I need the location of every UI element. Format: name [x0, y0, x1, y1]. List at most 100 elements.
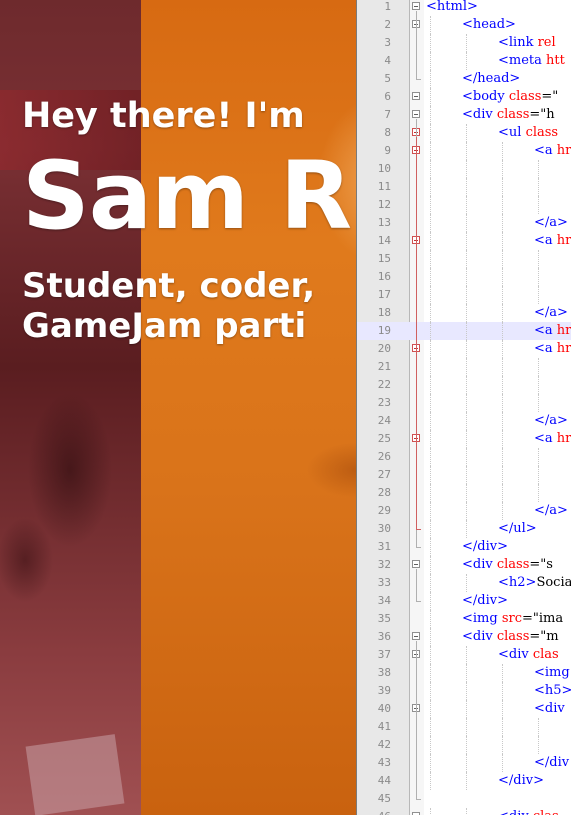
code-line[interactable]: 23< [357, 394, 571, 412]
indent-guide [538, 484, 539, 502]
code-text: </div> [498, 773, 544, 788]
code-text: </a> [534, 413, 568, 428]
code-line[interactable]: 40 <div [357, 700, 571, 718]
indent-guide [502, 700, 503, 718]
indent-guide [466, 754, 467, 772]
code-line[interactable]: 5 </head> [357, 70, 571, 88]
code-line[interactable]: 3 <link rel [357, 34, 571, 52]
indent-guide [466, 448, 467, 466]
code-line[interactable]: 43 </div [357, 754, 571, 772]
code-line[interactable]: 9 <a hr [357, 142, 571, 160]
code-line[interactable]: 29 </a> [357, 502, 571, 520]
line-number: 32 [377, 558, 391, 571]
indent-guide [466, 322, 467, 340]
code-line[interactable]: 27 [357, 466, 571, 484]
code-line[interactable]: 30 </ul> [357, 520, 571, 538]
fold-toggle-icon[interactable] [412, 632, 420, 640]
line-number: 27 [377, 468, 391, 481]
line-number: 44 [377, 774, 391, 787]
code-line[interactable]: 34 </div> [357, 592, 571, 610]
code-line[interactable]: 44 </div> [357, 772, 571, 790]
line-number: 38 [377, 666, 391, 679]
indent-guide [466, 358, 467, 376]
indent-guide [502, 142, 503, 160]
code-text: <head> [462, 17, 516, 32]
code-line[interactable]: 32 <div class="s [357, 556, 571, 574]
indent-guide [538, 178, 539, 196]
indent-guide [430, 484, 431, 502]
code-line[interactable]: 2 <head> [357, 16, 571, 34]
indent-guide [502, 484, 503, 502]
code-line[interactable]: 46 <div clas [357, 808, 571, 815]
code-line[interactable]: 14 <a hr [357, 232, 571, 250]
code-line[interactable]: 13 </a> [357, 214, 571, 232]
code-line[interactable]: 38 <img [357, 664, 571, 682]
code-line[interactable]: 36 <div class="m [357, 628, 571, 646]
code-line[interactable]: 22 [357, 376, 571, 394]
fold-range-line [416, 11, 417, 79]
code-line[interactable]: 45 [357, 790, 571, 808]
indent-guide [430, 16, 431, 34]
line-number: 28 [377, 486, 391, 499]
fold-toggle-icon[interactable] [412, 110, 420, 118]
indent-guide [430, 196, 431, 214]
indent-guide [430, 754, 431, 772]
indent-guide [502, 322, 503, 340]
code-text: <link rel [498, 35, 556, 50]
code-line[interactable]: 21< [357, 358, 571, 376]
code-line[interactable]: 11 [357, 178, 571, 196]
line-number: 16 [377, 270, 391, 283]
code-line[interactable]: 12< [357, 196, 571, 214]
code-line[interactable]: 35 <img src="ima [357, 610, 571, 628]
indent-guide [466, 466, 467, 484]
indent-guide [430, 538, 431, 556]
indent-guide [466, 502, 467, 520]
code-line[interactable]: 1 <html> [357, 0, 571, 16]
code-line[interactable]: 15< [357, 250, 571, 268]
indent-guide [430, 322, 431, 340]
code-line[interactable]: 33 <h2>Socia [357, 574, 571, 592]
indent-guide [430, 160, 431, 178]
fold-toggle-icon[interactable] [412, 560, 420, 568]
line-number: 41 [377, 720, 391, 733]
fold-toggle-icon[interactable] [412, 92, 420, 100]
line-number: 15 [377, 252, 391, 265]
code-line[interactable]: 37 <div clas [357, 646, 571, 664]
code-line[interactable]: 18 </a> [357, 304, 571, 322]
code-line[interactable]: 8 <ul class [357, 124, 571, 142]
code-line[interactable]: 41< [357, 718, 571, 736]
code-line[interactable]: 25 <a hr [357, 430, 571, 448]
code-line[interactable]: 20 <a hr [357, 340, 571, 358]
code-line[interactable]: 17< [357, 286, 571, 304]
line-number: 9 [384, 144, 391, 157]
code-line[interactable]: 19 <a hr [357, 322, 571, 340]
code-line[interactable]: 42< [357, 736, 571, 754]
code-text: </ul> [498, 521, 537, 536]
line-number: 17 [377, 288, 391, 301]
code-line[interactable]: 28< [357, 484, 571, 502]
code-text: <a hr [534, 143, 571, 158]
indent-guide [466, 412, 467, 430]
fold-toggle-icon[interactable] [412, 2, 420, 10]
line-number: 20 [377, 342, 391, 355]
code-line[interactable]: 4 <meta htt [357, 52, 571, 70]
code-line[interactable]: 31 </div> [357, 538, 571, 556]
code-line[interactable]: 6 <body class=" [357, 88, 571, 106]
hero-tagline-line-2: GameJam parti [22, 306, 307, 346]
code-line[interactable]: 39 <h5>L [357, 682, 571, 700]
indent-guide [430, 250, 431, 268]
code-line[interactable]: 26< [357, 448, 571, 466]
indent-guide [466, 250, 467, 268]
code-text: <div class="s [462, 557, 553, 572]
indent-guide [466, 736, 467, 754]
code-text: <img [534, 665, 570, 680]
indent-guide [430, 574, 431, 592]
code-line[interactable]: 24 </a> [357, 412, 571, 430]
code-text: <h2>Socia [498, 575, 571, 590]
indent-guide [430, 214, 431, 232]
indent-guide [430, 430, 431, 448]
code-editor[interactable]: 1 <html> 2 <head> 3 <link rel 4 <meta htt 5 </hea… [356, 0, 571, 815]
code-line[interactable]: 10< [357, 160, 571, 178]
code-line[interactable]: 16 [357, 268, 571, 286]
code-line[interactable]: 7 <div class="h [357, 106, 571, 124]
